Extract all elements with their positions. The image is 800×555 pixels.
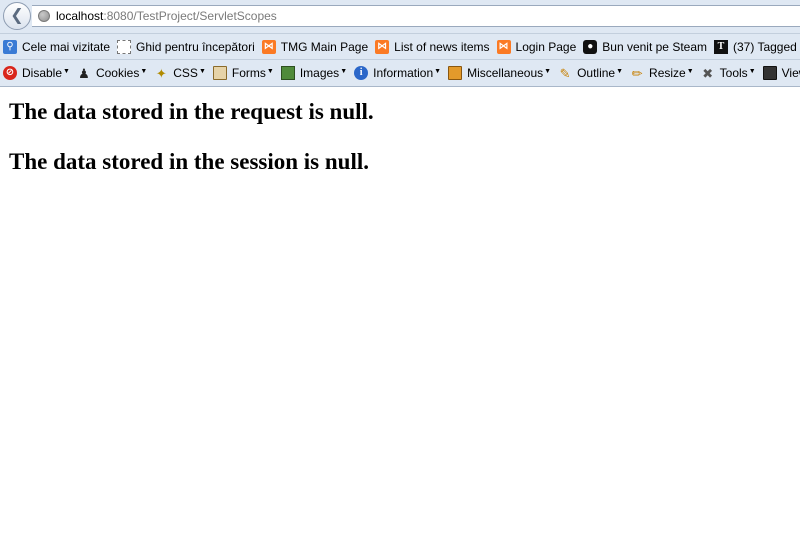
bookmark-label: Ghid pentru începători xyxy=(136,39,255,54)
dropdown-arrow-icon: ▼ xyxy=(340,67,348,75)
menu-label: Cookies xyxy=(95,66,140,80)
bookmark-tmg-main-page[interactable]: ⋈ TMG Main Page xyxy=(261,37,369,57)
menu-information[interactable]: i Information ▼ xyxy=(354,63,441,83)
bookmark-label: Cele mai vizitate xyxy=(22,39,111,54)
bookmark-login-page[interactable]: ⋈ Login Page xyxy=(496,37,577,57)
xampp-icon: ⋈ xyxy=(375,39,390,54)
menu-label: Miscellaneous xyxy=(467,66,544,80)
request-scope-message: The data stored in the request is null. xyxy=(9,99,374,124)
menu-forms[interactable]: Forms ▼ xyxy=(212,63,274,83)
tools-icon: ✖ xyxy=(702,65,714,81)
menu-tools[interactable]: ✖ Tools ▼ xyxy=(701,63,756,83)
menu-label: Images xyxy=(299,66,340,80)
disable-icon: ⊘ xyxy=(3,66,17,80)
menu-images[interactable]: Images ▼ xyxy=(280,63,348,83)
menu-miscellaneous[interactable]: Miscellaneous ▼ xyxy=(448,63,551,83)
address-bar[interactable]: localhost:8080/TestProject/ServletScopes xyxy=(32,5,800,27)
tumblr-icon: T xyxy=(714,39,728,54)
menu-resize[interactable]: ✏ Resize ▼ xyxy=(630,63,694,83)
menu-label: Forms xyxy=(231,66,266,80)
menu-label: Outline xyxy=(577,66,616,80)
cookies-icon: ♟ xyxy=(78,65,90,81)
dropdown-arrow-icon: ▼ xyxy=(434,67,442,75)
menu-cookies[interactable]: ♟ Cookies ▼ xyxy=(77,63,147,83)
menu-label: CSS xyxy=(173,66,198,80)
menu-css[interactable]: ✦ CSS ▼ xyxy=(154,63,206,83)
url-text[interactable]: localhost:8080/TestProject/ServletScopes xyxy=(56,9,277,23)
session-scope-message: The data stored in the session is null. xyxy=(9,149,369,175)
steam-icon: ● xyxy=(583,39,598,54)
dropdown-arrow-icon: ▼ xyxy=(748,67,756,75)
bookmark-list-of-news[interactable]: ⋈ List of news items xyxy=(375,37,490,57)
navigation-bar: ❮ localhost:8080/TestProject/ServletScop… xyxy=(0,0,800,33)
menu-label: Resize xyxy=(649,66,686,80)
bookmark-steam[interactable]: ● Bun venit pe Steam xyxy=(583,37,707,57)
menu-outline[interactable]: ✎ Outline ▼ xyxy=(558,63,623,83)
bookmark-label: List of news items xyxy=(394,39,490,54)
resize-pencil-icon: ✏ xyxy=(631,65,643,81)
menu-disable[interactable]: ⊘ Disable ▼ xyxy=(3,63,70,83)
menu-view-source[interactable]: View Sour xyxy=(762,63,800,83)
menu-label: View Sour xyxy=(781,66,800,80)
bookmark-label: TMG Main Page xyxy=(280,39,369,54)
dropdown-arrow-icon: ▼ xyxy=(544,67,552,75)
bookmark-tagged[interactable]: T (37) Tagged - Fa xyxy=(714,37,800,57)
menu-label: Tools xyxy=(719,66,748,80)
globe-icon xyxy=(38,10,50,22)
url-path: :8080/TestProject/ServletScopes xyxy=(103,9,277,23)
images-icon xyxy=(280,66,295,80)
bookmark-label: Bun venit pe Steam xyxy=(602,39,707,54)
most-visited-icon: ⚲ xyxy=(3,39,17,54)
bookmark-most-visited[interactable]: ⚲ Cele mai vizitate xyxy=(3,37,110,57)
information-icon: i xyxy=(354,66,369,80)
forms-icon xyxy=(212,66,227,80)
back-arrow-icon: ❮ xyxy=(10,7,24,24)
browser-chrome: ❮ localhost:8080/TestProject/ServletScop… xyxy=(0,0,800,87)
back-button[interactable]: ❮ xyxy=(3,2,31,30)
bookmark-getting-started[interactable]: Ghid pentru începători xyxy=(117,37,255,57)
menu-label: Disable xyxy=(22,66,63,80)
css-wand-icon: ✦ xyxy=(155,65,167,81)
web-developer-toolbar: ⊘ Disable ▼ ♟ Cookies ▼ ✦ CSS ▼ Forms ▼ Imag… xyxy=(0,59,800,86)
outline-pencil-icon: ✎ xyxy=(559,65,571,81)
dropdown-arrow-icon: ▼ xyxy=(63,67,70,75)
bookmarks-toolbar: ⚲ Cele mai vizitate Ghid pentru începăto… xyxy=(0,33,800,59)
page-content: The data stored in the request is null. … xyxy=(0,99,800,175)
xampp-icon: ⋈ xyxy=(261,39,276,54)
miscellaneous-icon xyxy=(448,66,463,80)
dropdown-arrow-icon: ▼ xyxy=(140,67,148,75)
view-source-icon xyxy=(762,66,777,80)
dropdown-arrow-icon: ▼ xyxy=(686,67,694,75)
dropdown-arrow-icon: ▼ xyxy=(616,67,624,75)
menu-label: Information xyxy=(373,66,434,80)
blank-page-icon xyxy=(117,39,132,54)
bookmark-label: (37) Tagged - Fa xyxy=(733,39,800,54)
xampp-icon: ⋈ xyxy=(496,39,511,54)
url-host: localhost xyxy=(56,9,104,23)
dropdown-arrow-icon: ▼ xyxy=(266,67,274,75)
dropdown-arrow-icon: ▼ xyxy=(198,67,206,75)
bookmark-label: Login Page xyxy=(515,39,577,54)
